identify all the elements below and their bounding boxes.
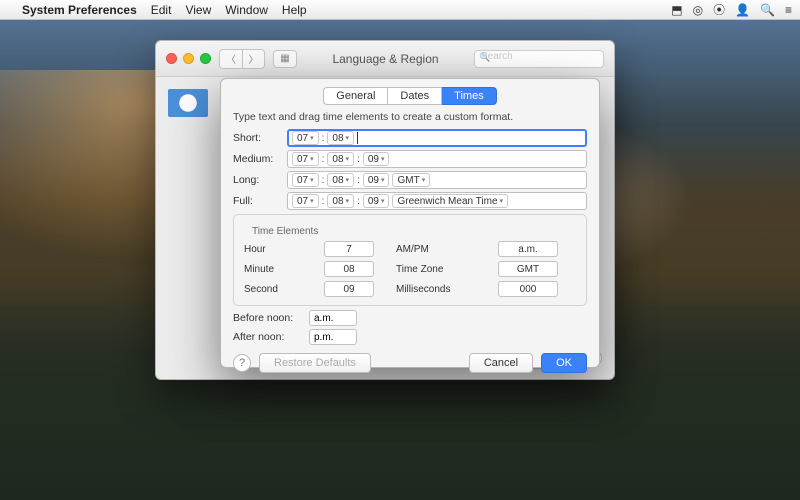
window-title: Language & Region [305,52,466,66]
short-label: Short: [233,132,281,144]
before-noon-label: Before noon: [233,312,303,324]
minimize-button[interactable] [183,53,194,64]
timezone-label: Time Zone [396,264,476,275]
second-token[interactable]: 09▾ [363,194,390,208]
show-all-button[interactable]: ▦ [273,50,297,68]
minute-element[interactable]: 08 [324,261,374,277]
after-noon-label: After noon: [233,331,303,343]
medium-label: Medium: [233,153,281,165]
app-menu[interactable]: System Preferences [22,3,137,17]
cancel-button[interactable]: Cancel [469,353,533,373]
ampm-element[interactable]: a.m. [498,241,558,257]
menu-view[interactable]: View [185,3,211,17]
notifications-icon[interactable]: ≡ [785,3,792,17]
long-label: Long: [233,174,281,186]
milliseconds-label: Milliseconds [396,284,476,295]
hour-label: Hour [244,244,302,255]
second-token[interactable]: 09▾ [363,152,390,166]
group-title: Time Elements [248,226,322,237]
instruction-text: Type text and drag time elements to crea… [221,109,599,129]
text-cursor [357,132,358,144]
long-format-field[interactable]: 07▾: 08▾: 09▾ GMT▾ [287,171,587,189]
menu-edit[interactable]: Edit [151,3,172,17]
second-element[interactable]: 09 [324,281,374,297]
restore-defaults-button[interactable]: Restore Defaults [259,353,371,373]
second-label: Second [244,284,302,295]
full-format-field[interactable]: 07▾: 08▾: 09▾ Greenwich Mean Time▾ [287,192,587,210]
ampm-label: AM/PM [396,244,476,255]
minute-token[interactable]: 08▾ [327,194,354,208]
timezone-token[interactable]: Greenwich Mean Time▾ [392,194,508,208]
minute-token[interactable]: 08▾ [327,152,354,166]
hour-token[interactable]: 07▾ [292,131,319,145]
menu-bar: System Preferences Edit View Window Help… [0,0,800,20]
time-elements-group: Time Elements Hour 7 AM/PM a.m. Minute 0… [233,214,587,306]
dropbox-icon[interactable]: ⬒ [671,3,682,17]
sync-icon[interactable]: ◎ [693,3,703,17]
ok-button[interactable]: OK [541,353,587,373]
window-titlebar: 〈 〉 ▦ Language & Region Search [156,41,614,77]
milliseconds-element[interactable]: 000 [498,281,558,297]
window-controls [166,53,211,64]
hour-token[interactable]: 07▾ [292,152,319,166]
wifi-icon[interactable]: ⦿ [713,1,725,18]
timezone-token[interactable]: GMT▾ [392,173,430,187]
full-label: Full: [233,195,281,207]
tab-times[interactable]: Times [442,87,497,105]
nav-forward-button[interactable]: 〉 [242,50,264,68]
spotlight-icon[interactable]: 🔍 [760,3,775,17]
short-format-field[interactable]: 07▾ : 08▾ [287,129,587,147]
user-icon[interactable]: 👤 [735,3,750,17]
menu-help[interactable]: Help [282,3,307,17]
hour-token[interactable]: 07▾ [292,194,319,208]
after-noon-field[interactable]: p.m. [309,329,357,345]
region-flag-icon [168,89,208,117]
before-noon-field[interactable]: a.m. [309,310,357,326]
zoom-button[interactable] [200,53,211,64]
format-tabs: General Dates Times [221,79,599,109]
nav-back-button[interactable]: 〈 [220,50,242,68]
second-token[interactable]: 09▾ [363,173,390,187]
minute-token[interactable]: 08▾ [327,173,354,187]
close-button[interactable] [166,53,177,64]
search-field[interactable]: Search [474,50,604,68]
minute-label: Minute [244,264,302,275]
hour-token[interactable]: 07▾ [292,173,319,187]
time-format-sheet: General Dates Times Type text and drag t… [220,78,600,368]
medium-format-field[interactable]: 07▾: 08▾: 09▾ [287,150,587,168]
minute-token[interactable]: 08▾ [327,131,354,145]
timezone-element[interactable]: GMT [498,261,558,277]
menu-window[interactable]: Window [225,3,268,17]
help-button[interactable]: ? [233,354,251,372]
nav-back-forward: 〈 〉 [219,49,265,69]
sheet-footer: ? Restore Defaults Cancel OK [221,345,599,383]
hour-element[interactable]: 7 [324,241,374,257]
tab-general[interactable]: General [323,87,388,105]
tab-dates[interactable]: Dates [388,87,442,105]
